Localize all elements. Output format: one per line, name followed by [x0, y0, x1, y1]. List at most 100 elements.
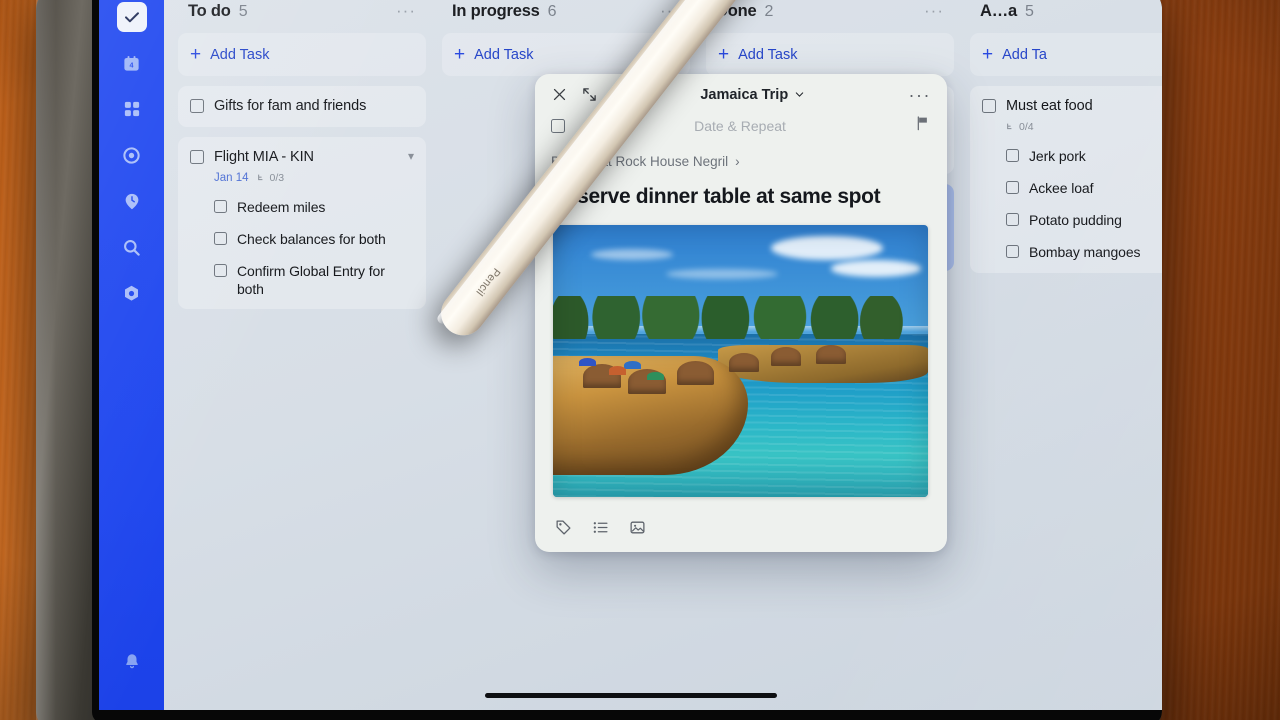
column-count: 6	[548, 3, 557, 21]
chevron-down-icon	[794, 89, 805, 100]
subtask-row[interactable]: Confirm Global Entry for both	[190, 262, 414, 298]
add-task-label: Add Ta	[1002, 47, 1047, 63]
board-column-fourth: A…a 5 + Add Ta Must eat food	[970, 0, 1162, 710]
checkbox-icon[interactable]	[214, 264, 227, 277]
task-complete-checkbox[interactable]	[551, 119, 565, 133]
sidebar-item-search[interactable]	[117, 232, 147, 262]
add-task-label: Add Task	[210, 47, 269, 63]
plus-icon: +	[982, 45, 993, 64]
column-header: A…a 5	[970, 0, 1162, 23]
task-title: Gifts for fam and friends	[214, 97, 366, 116]
subtask-label: Redeem miles	[237, 198, 325, 216]
photo-scene: 4	[0, 0, 1280, 720]
checkbox-icon[interactable]	[190, 150, 204, 164]
close-button[interactable]	[551, 86, 568, 103]
checklist-button[interactable]	[592, 519, 609, 536]
add-task-label: Add Task	[738, 47, 797, 63]
plus-icon: +	[718, 45, 729, 64]
sidebar-item-upcoming[interactable]	[117, 186, 147, 216]
app-sidebar: 4	[99, 0, 164, 710]
subtask-row[interactable]: Jerk pork	[982, 147, 1162, 165]
sidebar-item-settings[interactable]	[117, 278, 147, 308]
add-task-button[interactable]: + Add Ta	[970, 33, 1162, 76]
column-header: To do 5 ···	[178, 0, 426, 23]
checkbox-icon[interactable]	[1006, 213, 1019, 226]
expand-icon	[582, 87, 597, 102]
task-card[interactable]: Gifts for fam and friends	[178, 86, 426, 127]
subtask-row[interactable]: Ackee loaf	[982, 179, 1162, 197]
column-header: Done 2 ···	[706, 0, 954, 23]
sidebar-item-focus[interactable]	[117, 140, 147, 170]
grid-icon	[123, 100, 141, 118]
task-meta: 0/4	[982, 121, 1162, 133]
task-row: Gifts for fam and friends	[190, 97, 414, 116]
task-card-expanded[interactable]: Must eat food 0/4	[970, 86, 1162, 273]
task-row: Must eat food	[982, 97, 1162, 116]
task-meta: Jan 14 0/3	[190, 172, 414, 184]
plus-icon: +	[190, 45, 201, 64]
tag-button[interactable]	[555, 519, 572, 536]
expand-button[interactable]	[582, 87, 597, 102]
modal-menu-button[interactable]: ···	[909, 91, 931, 99]
checkbox-icon[interactable]	[982, 99, 996, 113]
subtask-label: Confirm Global Entry for both	[237, 262, 414, 298]
list-icon	[592, 519, 609, 536]
column-menu-button[interactable]: ···	[396, 6, 416, 16]
checkbox-icon[interactable]	[1006, 181, 1019, 194]
checkbox-icon[interactable]	[190, 99, 204, 113]
add-task-button[interactable]: + Add Task	[706, 33, 954, 76]
task-title: Flight MIA - KIN	[214, 148, 314, 167]
clock-pin-icon	[123, 192, 141, 210]
due-date: Jan 14	[214, 172, 249, 184]
column-header: In progress 6 ···	[442, 0, 690, 23]
column-count: 2	[764, 3, 773, 21]
modal-toolbar: Jamaica Trip ···	[535, 74, 947, 107]
column-count: 5	[239, 3, 248, 21]
subtask-row[interactable]: Redeem miles	[190, 198, 414, 216]
modal-title: Jamaica Trip	[700, 87, 788, 103]
tag-icon	[555, 519, 572, 536]
subtask-row[interactable]: Check balances for both	[190, 230, 414, 248]
calendar-icon: 4	[122, 54, 141, 73]
checkbox-icon[interactable]	[1006, 245, 1019, 258]
column-title: To do	[188, 2, 231, 21]
flag-icon	[915, 115, 931, 131]
subtask-row[interactable]: Bombay mangoes	[982, 243, 1162, 261]
target-icon	[122, 146, 141, 165]
attachment-photo-wrap	[535, 209, 947, 497]
chevron-down-icon[interactable]: ▾	[408, 148, 414, 162]
flag-button[interactable]	[915, 115, 931, 136]
subtask-progress: 0/3	[257, 172, 285, 184]
subtask-count: 0/3	[270, 172, 285, 184]
subtask-row[interactable]: Potato pudding	[982, 211, 1162, 229]
column-count: 5	[1025, 3, 1034, 21]
sidebar-item-boards[interactable]	[117, 94, 147, 124]
subtask-label: Check balances for both	[237, 230, 386, 248]
subtask-label: Bombay mangoes	[1029, 243, 1140, 261]
column-title: A…a	[980, 2, 1017, 21]
subtask-label: Potato pudding	[1029, 211, 1122, 229]
check-icon	[123, 8, 141, 26]
task-card-expanded[interactable]: Flight MIA - KIN ▾ Jan 14	[178, 137, 426, 310]
checkbox-icon[interactable]	[214, 232, 227, 245]
add-task-button[interactable]: + Add Task	[178, 33, 426, 76]
attachment-photo[interactable]	[553, 225, 928, 497]
attach-image-button[interactable]	[629, 519, 646, 536]
add-task-label: Add Task	[474, 47, 533, 63]
breadcrumb-chevron-icon: ›	[735, 154, 740, 169]
settings-icon	[122, 284, 141, 303]
task-row: Flight MIA - KIN ▾	[190, 148, 414, 167]
kanban-board: To do 5 ··· + Add Task Gifts for fam and…	[164, 0, 1162, 710]
image-icon	[629, 519, 646, 536]
subtask-label: Jerk pork	[1029, 147, 1086, 165]
checkbox-icon[interactable]	[1006, 149, 1019, 162]
sidebar-item-calendar[interactable]: 4	[117, 48, 147, 78]
sidebar-item-notifications[interactable]	[117, 646, 147, 676]
bell-icon	[123, 652, 141, 670]
svg-text:4: 4	[130, 61, 134, 69]
sidebar-item-tasks[interactable]	[117, 2, 147, 32]
checkbox-icon[interactable]	[214, 200, 227, 213]
subtask-label: Ackee loaf	[1029, 179, 1093, 197]
column-menu-button[interactable]: ···	[924, 6, 944, 16]
close-icon	[551, 86, 568, 103]
